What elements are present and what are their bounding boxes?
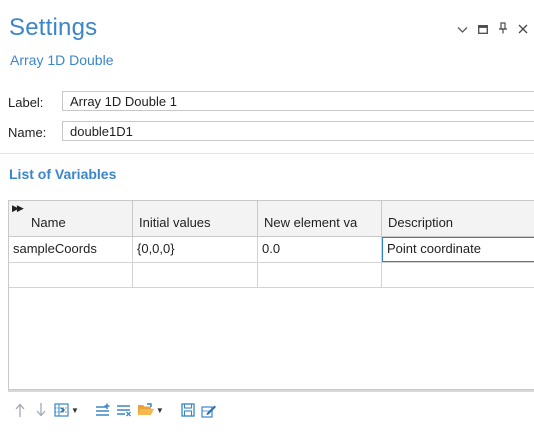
open-folder-icon[interactable]: ▼ bbox=[137, 401, 164, 419]
column-header-description[interactable]: Description bbox=[382, 201, 534, 236]
settings-panel: Settings Array 1D Double Label: Array 1D… bbox=[0, 0, 534, 432]
table-header: ▶▶ Name Initial values New element va De… bbox=[9, 201, 534, 237]
section-divider bbox=[0, 153, 534, 154]
cell-name[interactable]: sampleCoords bbox=[9, 237, 133, 262]
dropdown-caret-icon[interactable]: ▼ bbox=[71, 406, 79, 415]
chevron-down-icon[interactable] bbox=[457, 23, 468, 36]
maximize-icon[interactable] bbox=[478, 23, 488, 36]
save-icon[interactable] bbox=[180, 401, 196, 419]
column-header-name[interactable]: ▶▶ Name bbox=[9, 201, 133, 236]
pin-icon[interactable] bbox=[498, 22, 508, 36]
cell-description[interactable]: Point coordinate bbox=[382, 237, 534, 262]
expand-all-icon[interactable]: ▶▶ bbox=[12, 203, 24, 214]
table-row[interactable]: sampleCoords {0,0,0} 0.0 Point coordinat… bbox=[9, 237, 534, 263]
section-title-variables: List of Variables bbox=[9, 166, 117, 182]
page-title: Settings bbox=[9, 14, 98, 41]
variables-table: ▶▶ Name Initial values New element va De… bbox=[8, 200, 534, 390]
delete-row-icon[interactable] bbox=[116, 401, 132, 419]
cell-initial-values[interactable]: {0,0,0} bbox=[133, 237, 258, 262]
column-header-new-element[interactable]: New element va bbox=[258, 201, 382, 236]
edit-icon[interactable] bbox=[201, 401, 217, 419]
move-up-icon[interactable] bbox=[12, 401, 28, 419]
cell-name[interactable] bbox=[9, 263, 133, 287]
table-toolbar: ▼ ▼ bbox=[12, 400, 217, 420]
close-icon[interactable] bbox=[518, 23, 528, 36]
cell-description[interactable] bbox=[382, 263, 534, 287]
label-field-label: Label: bbox=[8, 95, 44, 110]
cell-new-element[interactable]: 0.0 bbox=[258, 237, 382, 262]
window-controls bbox=[457, 22, 528, 36]
table-row[interactable] bbox=[9, 263, 534, 288]
name-field-label: Name: bbox=[8, 125, 47, 140]
page-subtitle: Array 1D Double bbox=[10, 52, 114, 68]
label-field[interactable]: Array 1D Double 1 bbox=[62, 91, 534, 111]
insert-column-icon[interactable]: ▼ bbox=[54, 401, 79, 419]
name-field[interactable]: double1D1 bbox=[62, 121, 534, 141]
cell-new-element[interactable] bbox=[258, 263, 382, 287]
column-header-initial-values[interactable]: Initial values bbox=[133, 201, 258, 236]
add-row-icon[interactable] bbox=[95, 401, 111, 419]
column-header-label: Name bbox=[31, 215, 66, 230]
toolbar-separator bbox=[8, 390, 534, 392]
dropdown-caret-icon[interactable]: ▼ bbox=[156, 406, 164, 415]
cell-initial-values[interactable] bbox=[133, 263, 258, 287]
move-down-icon[interactable] bbox=[33, 401, 49, 419]
